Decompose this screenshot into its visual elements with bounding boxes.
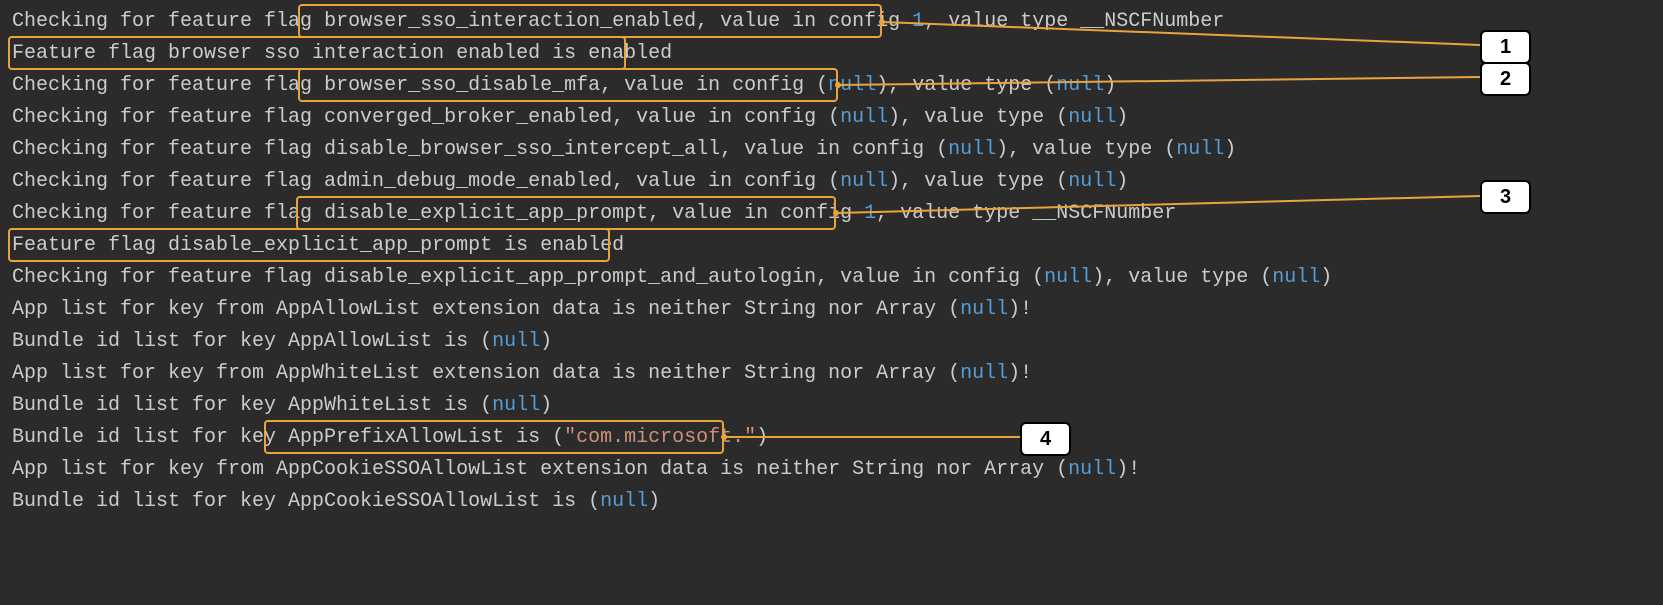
highlight-text: browser_sso_disable_mfa, value in config…	[324, 74, 828, 97]
log-line: Bundle id list for key AppCookieSSOAllow…	[12, 486, 1655, 518]
value-null: null	[1068, 458, 1116, 481]
text: ), value type (	[888, 170, 1068, 193]
text: )!	[1008, 362, 1032, 385]
text: Bundle id list for key AppWhiteList is (	[12, 394, 492, 417]
text: Checking for feature flag converged_brok…	[12, 106, 840, 129]
highlight-text: browser_sso_interaction_enabled, value i…	[324, 10, 912, 33]
text: )	[1320, 266, 1332, 289]
value-null: null	[840, 106, 888, 129]
value-null: null	[960, 298, 1008, 321]
annotation-callout-4: 4	[1020, 422, 1071, 456]
text: )	[540, 394, 552, 417]
text: App list for key from AppCookieSSOAllowL…	[12, 458, 1068, 481]
value-null: null	[492, 330, 540, 353]
text: Checking for feature flag	[12, 202, 324, 225]
highlight-text: AppPrefixAllowList is (	[288, 426, 564, 449]
value-number: 1	[912, 10, 924, 33]
text: )	[1104, 74, 1116, 97]
text: )	[1116, 106, 1128, 129]
log-line: Checking for feature flag admin_debug_mo…	[12, 166, 1655, 198]
text: )	[1224, 138, 1236, 161]
text: )	[648, 490, 660, 513]
text: Bundle id list for key	[12, 426, 288, 449]
annotation-callout-3: 3	[1480, 180, 1531, 214]
log-line: App list for key from AppCookieSSOAllowL…	[12, 454, 1655, 486]
text: ), value type (	[1092, 266, 1272, 289]
log-line: Checking for feature flag converged_brok…	[12, 102, 1655, 134]
log-line: Feature flag browser sso interaction ena…	[12, 38, 1655, 70]
value-null: null	[960, 362, 1008, 385]
log-line: Checking for feature flag browser_sso_in…	[12, 6, 1655, 38]
text: ), value type (	[996, 138, 1176, 161]
value-null: null	[1272, 266, 1320, 289]
annotation-callout-2: 2	[1480, 62, 1531, 96]
log-line: App list for key from AppWhiteList exten…	[12, 358, 1655, 390]
value-null: null	[1044, 266, 1092, 289]
highlight-text: )	[756, 426, 768, 449]
text: )!	[1008, 298, 1032, 321]
log-line: Bundle id list for key AppWhiteList is (…	[12, 390, 1655, 422]
value-null: null	[840, 170, 888, 193]
log-line: Bundle id list for key AppAllowList is (…	[12, 326, 1655, 358]
value-null: null	[948, 138, 996, 161]
text: , value type (	[888, 74, 1056, 97]
value-number: 1	[864, 202, 876, 225]
text: Bundle id list for key AppCookieSSOAllow…	[12, 490, 600, 513]
text: App list for key from AppWhiteList exten…	[12, 362, 960, 385]
log-output: Checking for feature flag browser_sso_in…	[0, 0, 1663, 605]
text: Checking for feature flag admin_debug_mo…	[12, 170, 840, 193]
highlight-text: Feature flag disable_explicit_app_prompt…	[12, 234, 624, 257]
value-null: null	[600, 490, 648, 513]
highlight-text: )	[876, 74, 888, 97]
log-line: Checking for feature flag disable_browse…	[12, 134, 1655, 166]
text: App list for key from AppAllowList exten…	[12, 298, 960, 321]
value-null: null	[1176, 138, 1224, 161]
text: , value type __NSCFNumber	[924, 10, 1224, 33]
annotation-callout-1: 1	[1480, 30, 1531, 64]
text: )	[1116, 170, 1128, 193]
value-string: "com.microsoft."	[564, 426, 756, 449]
text: Checking for feature flag disable_browse…	[12, 138, 948, 161]
value-null: null	[1056, 74, 1104, 97]
log-line: Checking for feature flag disable_explic…	[12, 262, 1655, 294]
value-null: null	[1068, 106, 1116, 129]
highlight-text: Feature flag browser sso interaction ena…	[12, 42, 672, 65]
text: )!	[1116, 458, 1140, 481]
text: Bundle id list for key AppAllowList is (	[12, 330, 492, 353]
value-null: null	[828, 74, 876, 97]
text: Checking for feature flag disable_explic…	[12, 266, 1044, 289]
value-null: null	[1068, 170, 1116, 193]
highlight-text: disable_explicit_app_prompt, value in co…	[324, 202, 864, 225]
text: Checking for feature flag	[12, 10, 324, 33]
log-line: Bundle id list for key AppPrefixAllowLis…	[12, 422, 1655, 454]
log-line: Checking for feature flag browser_sso_di…	[12, 70, 1655, 102]
text: Checking for feature flag	[12, 74, 324, 97]
text: )	[540, 330, 552, 353]
log-line: Checking for feature flag disable_explic…	[12, 198, 1655, 230]
log-line: Feature flag disable_explicit_app_prompt…	[12, 230, 1655, 262]
text: , value type __NSCFNumber	[876, 202, 1176, 225]
log-line: App list for key from AppAllowList exten…	[12, 294, 1655, 326]
value-null: null	[492, 394, 540, 417]
text: ), value type (	[888, 106, 1068, 129]
